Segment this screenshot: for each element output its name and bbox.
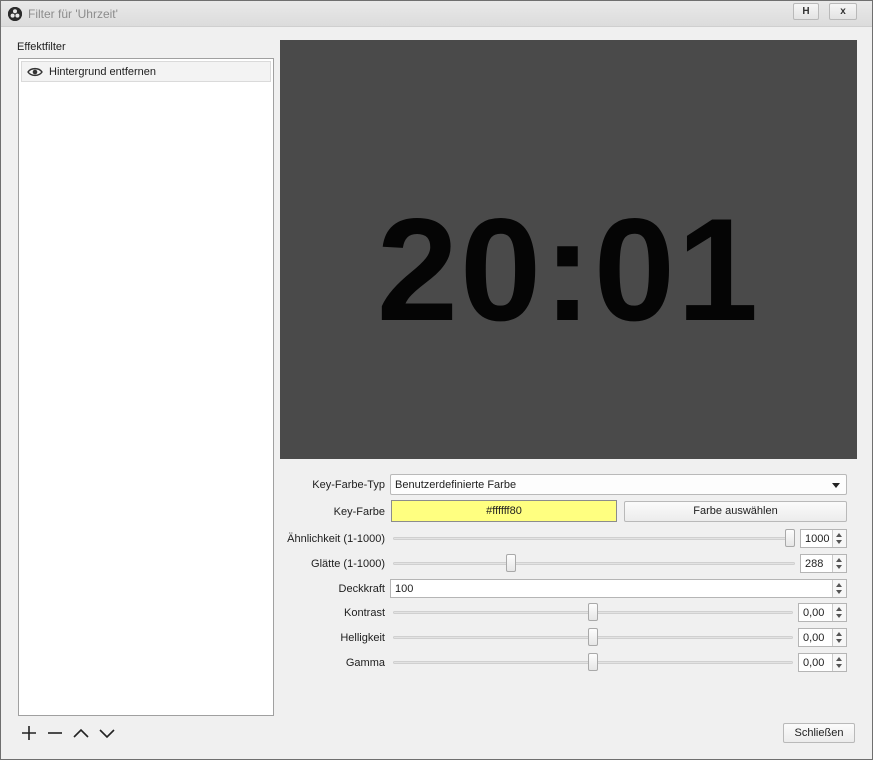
key-color-type-select[interactable]: Benutzerdefinierte Farbe [390,474,847,495]
key-color-type-label: Key-Farbe-Typ [312,479,385,491]
filter-window: Filter für 'Uhrzeit' H x Effektfilter Hi… [0,0,873,760]
help-button[interactable]: H [793,3,819,20]
smoothness-slider[interactable] [393,562,795,565]
remove-icon[interactable] [45,723,65,743]
clock-text: 20:01 [376,188,761,351]
opacity-spinbox[interactable]: 100 [390,579,847,598]
contrast-spinbox[interactable]: 0,00 [798,603,847,622]
gamma-label: Gamma [345,657,385,669]
obs-logo-icon [8,7,22,21]
similarity-slider[interactable] [393,537,795,540]
opacity-stepper[interactable] [832,580,846,597]
contrast-label: Kontrast [344,607,385,619]
smoothness-stepper[interactable] [832,555,846,572]
brightness-slider-handle[interactable] [588,628,598,646]
smoothness-spinbox[interactable]: 288 [800,554,847,573]
window-title: Filter für 'Uhrzeit' [28,7,118,21]
contrast-value: 0,00 [803,607,825,619]
contrast-slider-handle[interactable] [588,603,598,621]
eye-icon[interactable] [27,67,43,77]
effect-filters-heading: Effektfilter [17,41,66,53]
choose-color-button[interactable]: Farbe auswählen [624,501,847,522]
key-color-swatch: #ffffff80 [391,500,617,522]
smoothness-label: Glätte (1-1000) [311,558,385,570]
smoothness-slider-handle[interactable] [506,554,516,572]
list-item[interactable]: Hintergrund entfernen [21,61,271,82]
brightness-label: Helligkeit [340,632,385,644]
close-button[interactable]: Schließen [783,723,855,743]
brightness-stepper[interactable] [832,629,846,646]
similarity-value: 1000 [805,533,830,545]
add-icon[interactable] [19,723,39,743]
similarity-spinbox[interactable]: 1000 [800,529,847,548]
gamma-slider-handle[interactable] [588,653,598,671]
similarity-stepper[interactable] [832,530,846,547]
key-color-type-value: Benutzerdefinierte Farbe [395,479,517,491]
filter-item-label: Hintergrund entfernen [49,66,157,78]
preview-canvas: 20:01 [280,40,857,459]
move-down-icon[interactable] [97,723,117,743]
key-color-label: Key-Farbe [333,506,385,518]
smoothness-value: 288 [805,558,824,570]
opacity-label: Deckkraft [338,583,385,595]
title-bar: Filter für 'Uhrzeit' H x [1,1,872,27]
similarity-slider-handle[interactable] [785,529,795,547]
opacity-value: 100 [395,583,414,595]
brightness-value: 0,00 [803,632,825,644]
gamma-spinbox[interactable]: 0,00 [798,653,847,672]
move-up-icon[interactable] [71,723,91,743]
gamma-stepper[interactable] [832,654,846,671]
similarity-label: Ähnlichkeit (1-1000) [287,533,385,545]
contrast-stepper[interactable] [832,604,846,621]
close-window-button[interactable]: x [829,3,857,20]
chevron-down-icon [832,483,840,488]
filter-list[interactable]: Hintergrund entfernen [18,58,274,716]
brightness-spinbox[interactable]: 0,00 [798,628,847,647]
gamma-value: 0,00 [803,657,825,669]
